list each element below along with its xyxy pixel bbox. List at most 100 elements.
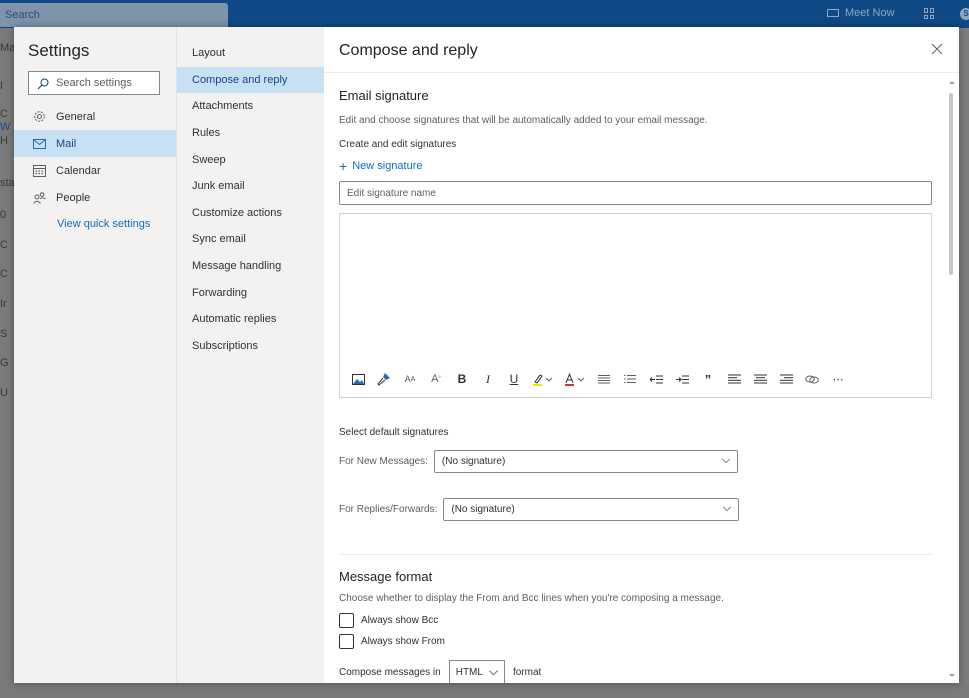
category-label: People [56,191,91,204]
align-right-icon[interactable] [778,369,794,389]
insert-picture-icon[interactable] [350,369,366,389]
bg-fragment: Ma [0,42,14,54]
compose-format-dropdown[interactable]: HTML [448,660,505,683]
always-show-bcc-checkbox[interactable]: Always show Bcc [339,613,438,628]
bg-fragment: G [0,357,9,369]
bg-fragment: W [0,121,11,133]
category-general[interactable]: General [14,103,176,130]
replies-signature-dropdown[interactable]: (No signature) [443,498,740,521]
chevron-down-icon [722,458,730,464]
email-signature-description: Edit and choose signatures that will be … [339,115,708,126]
skype-icon[interactable]: S [960,8,969,20]
highlight-icon[interactable] [532,369,554,389]
compose-format-row: Compose messages in HTML format [339,660,541,683]
search-settings-field[interactable] [28,71,160,95]
background-mail-list: Ma I C W H sta 0 C C Ir S G U [0,28,14,698]
background-bottom [0,683,969,698]
checkbox-label: Always show Bcc [361,615,439,626]
section-forwarding[interactable]: Forwarding [177,279,325,306]
bold-icon[interactable]: B [454,369,470,389]
section-compose-and-reply[interactable]: Compose and reply [177,66,325,94]
italic-icon[interactable]: I [480,369,496,389]
format-painter-icon[interactable] [376,369,392,389]
section-rules[interactable]: Rules [177,120,325,147]
bg-fragment: S [0,328,8,340]
section-automatic-replies[interactable]: Automatic replies [177,306,325,333]
section-sweep[interactable]: Sweep [177,146,325,173]
section-customize-actions[interactable]: Customize actions [177,200,325,227]
content-scrollbar[interactable] [947,77,957,679]
bullets-icon[interactable] [596,369,612,389]
app-search-box[interactable]: Search [0,3,228,27]
section-attachments[interactable]: Attachments [177,93,325,120]
bg-fragment: C [0,108,8,120]
close-icon [931,43,943,55]
section-junk-email[interactable]: Junk email [177,173,325,200]
category-mail[interactable]: Mail [14,130,176,157]
increase-indent-icon[interactable] [674,369,690,389]
link-icon[interactable] [804,369,820,389]
settings-title: Settings [28,41,90,60]
font-size-icon[interactable]: AA [402,369,418,389]
scroll-down-arrow-icon[interactable] [949,674,955,677]
compose-reply-pane: Compose and reply Email signature Edit a… [324,27,959,683]
align-center-icon[interactable] [752,369,768,389]
scrollbar-thumb[interactable] [949,93,953,275]
category-nav: General Mail Calendar People View quick … [14,103,176,230]
section-sync-email[interactable]: Sync email [177,226,325,253]
close-button[interactable] [931,42,945,56]
signature-body-editor[interactable] [340,214,931,362]
section-layout[interactable]: Layout [177,40,325,67]
quote-icon[interactable]: ” [700,369,716,389]
chevron-down-icon [723,506,732,512]
numbering-icon[interactable] [622,369,638,389]
new-signature-button[interactable]: + New signature [339,157,423,174]
mail-sections-pane: Layout Compose and reply Attachments Rul… [176,27,325,683]
signature-name-input[interactable] [339,181,932,205]
checkbox-label: Always show From [361,636,445,647]
meet-now-button[interactable]: Meet Now [827,7,895,19]
bg-fragment: I [0,80,4,92]
font-color-icon[interactable] [564,369,586,389]
new-messages-signature-dropdown[interactable]: (No signature) [433,450,738,473]
category-label: Calendar [56,164,101,177]
bg-fragment: 0 [0,209,7,221]
category-people[interactable]: People [14,184,176,211]
people-icon [32,191,46,205]
chevron-down-icon [489,669,498,675]
superscript-icon[interactable]: A ° [428,369,444,389]
app-launcher-icon[interactable] [924,8,935,19]
checkbox-box[interactable] [339,634,354,649]
plus-icon: + [339,157,348,174]
mail-sections-nav: Layout Compose and reply Attachments Rul… [177,40,325,359]
bg-fragment: Ir [0,298,7,310]
replies-forwards-label: For Replies/Forwards: [339,504,438,515]
decrease-indent-icon[interactable] [648,369,664,389]
bg-fragment: U [0,387,8,399]
message-format-title: Message format [339,569,433,584]
signature-editor: AA A ° B I U ” ⋯ [339,213,932,398]
bg-fragment: C [0,268,8,280]
dropdown-value: HTML [455,667,483,678]
scroll-up-arrow-icon[interactable] [949,81,955,84]
view-quick-settings-link[interactable]: View quick settings [14,218,176,230]
app-topbar: Search Meet Now S [0,0,969,28]
category-calendar[interactable]: Calendar [14,157,176,184]
checkbox-box[interactable] [339,613,354,628]
dropdown-value: (No signature) [441,456,506,467]
new-messages-row: For New Messages: (No signature) [339,450,738,473]
gear-icon [32,110,46,124]
mail-icon [32,137,46,151]
always-show-from-checkbox[interactable]: Always show From [339,634,445,649]
calendar-icon [32,164,46,178]
section-divider [339,554,932,555]
align-left-icon[interactable] [726,369,742,389]
dropdown-value: (No signature) [451,504,515,515]
search-settings-input[interactable] [56,77,156,89]
create-signatures-label: Create and edit signatures [339,139,457,150]
more-icon[interactable]: ⋯ [830,369,846,389]
section-subscriptions[interactable]: Subscriptions [177,333,325,360]
settings-categories-pane: Settings General Mail [14,27,176,683]
underline-icon[interactable]: U [506,369,522,389]
section-message-handling[interactable]: Message handling [177,253,325,280]
